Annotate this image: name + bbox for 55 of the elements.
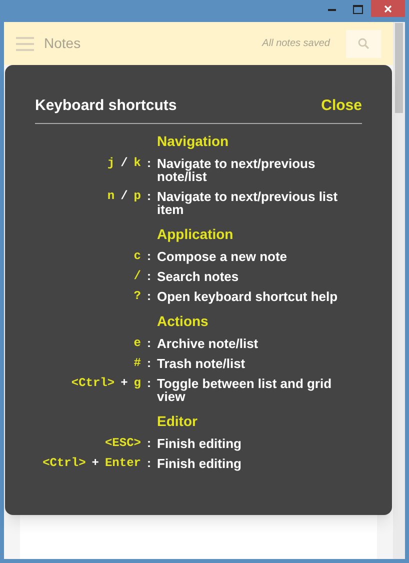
shortcut-description: Navigate to next/previous note/list <box>157 156 316 182</box>
section-heading: Navigation <box>157 132 229 148</box>
key-label: Enter <box>104 456 141 470</box>
key-label: / <box>134 270 141 282</box>
key-label: <Ctrl> <box>42 456 86 470</box>
menu-icon[interactable] <box>16 36 34 50</box>
key-separator: / <box>120 156 128 170</box>
scrollbar[interactable] <box>393 22 405 559</box>
close-link[interactable]: Close <box>321 95 362 118</box>
minimize-icon <box>328 8 336 10</box>
key-label: # <box>134 356 141 370</box>
shortcut-description: Archive note/list <box>157 336 260 350</box>
shortcut-description: Navigate to next/previous list item <box>157 190 339 216</box>
shortcut-description: Toggle between list and grid view <box>157 376 333 402</box>
shortcut-description: Finish editing <box>157 456 242 470</box>
section-heading: Editor <box>157 412 198 428</box>
key-label: g <box>134 376 141 390</box>
key-label: <Ctrl> <box>71 376 115 390</box>
key-label: p <box>134 190 141 202</box>
colon: : <box>147 376 151 390</box>
key-label: c <box>134 250 141 262</box>
save-status: All notes saved <box>262 37 330 51</box>
section-heading: Application <box>157 226 234 242</box>
colon: : <box>147 456 151 470</box>
section-heading: Actions <box>157 312 208 328</box>
search-button[interactable] <box>346 30 381 58</box>
scrollbar-thumb[interactable] <box>395 23 403 113</box>
shortcut-description: Open keyboard shortcut help <box>157 290 339 302</box>
key-separator: / <box>120 190 128 202</box>
close-icon <box>384 4 392 12</box>
key-label: e <box>134 336 141 350</box>
key-label: ? <box>134 290 141 302</box>
key-label: k <box>134 156 141 170</box>
key-separator: + <box>120 376 128 390</box>
dialog-title: Keyboard shortcuts <box>35 96 177 116</box>
colon: : <box>147 250 151 262</box>
key-label: j <box>107 156 115 170</box>
shortcut-description: Compose a new note <box>157 250 288 262</box>
colon: : <box>147 156 151 170</box>
colon: : <box>147 190 151 202</box>
colon: : <box>147 290 151 302</box>
app-title: Notes <box>44 34 81 53</box>
shortcut-description: Trash note/list <box>157 356 246 370</box>
maximize-icon <box>353 4 363 14</box>
search-icon <box>358 38 369 49</box>
key-label: n <box>107 190 115 202</box>
colon: : <box>147 356 151 370</box>
key-separator: + <box>92 456 99 470</box>
colon: : <box>147 436 151 450</box>
shortcut-description: Search notes <box>157 270 240 282</box>
key-label: <ESC> <box>104 436 141 450</box>
colon: : <box>147 336 151 350</box>
close-window-button[interactable] <box>371 0 405 17</box>
colon: : <box>147 270 151 282</box>
shortcut-description: Finish editing <box>157 436 242 450</box>
